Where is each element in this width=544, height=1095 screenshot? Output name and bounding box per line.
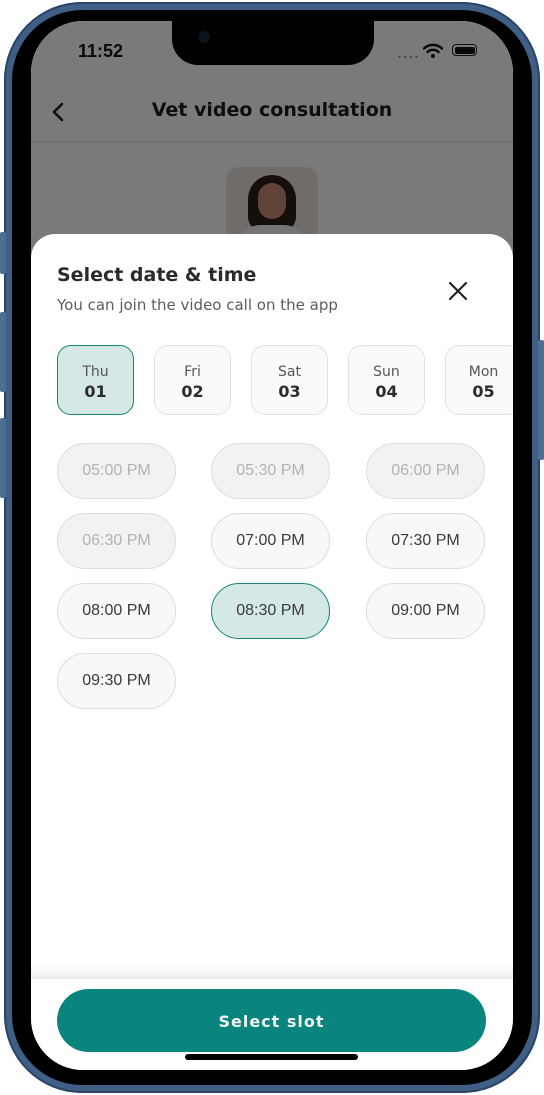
date-chip[interactable]: Mon 05 <box>445 345 513 415</box>
phone-screen: 11:52 •••• Vet video consultation <box>31 21 513 1070</box>
sheet-title: Select date & time <box>57 264 257 286</box>
time-slot[interactable]: 09:30 PM <box>57 653 176 709</box>
date-chip[interactable]: Sun 04 <box>348 345 425 415</box>
date-number: 01 <box>84 382 107 401</box>
date-chip[interactable]: Sat 03 <box>251 345 328 415</box>
power-button <box>538 340 544 460</box>
date-day: Thu <box>82 364 109 380</box>
time-slot[interactable]: 08:00 PM <box>57 583 176 639</box>
mute-switch <box>0 232 6 274</box>
close-icon[interactable] <box>445 278 471 304</box>
date-day: Sat <box>278 364 301 380</box>
sheet-subtitle: You can join the video call on the app <box>57 296 338 314</box>
date-number: 04 <box>375 382 398 401</box>
home-indicator <box>185 1054 358 1060</box>
date-number: 02 <box>181 382 204 401</box>
date-number: 05 <box>472 382 495 401</box>
volume-up-button <box>0 312 6 392</box>
date-chip[interactable]: Thu 01 <box>57 345 134 415</box>
date-selector[interactable]: Thu 01 Fri 02 Sat 03 Sun 04 Mon 05 <box>57 345 513 419</box>
select-slot-button[interactable]: Select slot <box>57 989 486 1052</box>
time-slot[interactable]: 06:30 PM <box>57 513 176 569</box>
date-time-sheet: Select date & time You can join the vide… <box>31 234 513 1070</box>
time-slot[interactable]: 05:30 PM <box>211 443 330 499</box>
time-slot[interactable]: 08:30 PM <box>211 583 330 639</box>
date-day: Mon <box>468 364 499 380</box>
date-chip[interactable]: Fri 02 <box>154 345 231 415</box>
time-slot[interactable]: 07:00 PM <box>211 513 330 569</box>
time-slot[interactable]: 06:00 PM <box>366 443 485 499</box>
volume-down-button <box>0 418 6 498</box>
time-slot[interactable]: 05:00 PM <box>57 443 176 499</box>
time-slot[interactable]: 09:00 PM <box>366 583 485 639</box>
date-number: 03 <box>278 382 301 401</box>
footer-divider <box>31 964 513 979</box>
date-day: Sun <box>373 364 400 380</box>
time-slot[interactable]: 07:30 PM <box>366 513 485 569</box>
date-day: Fri <box>184 364 201 380</box>
